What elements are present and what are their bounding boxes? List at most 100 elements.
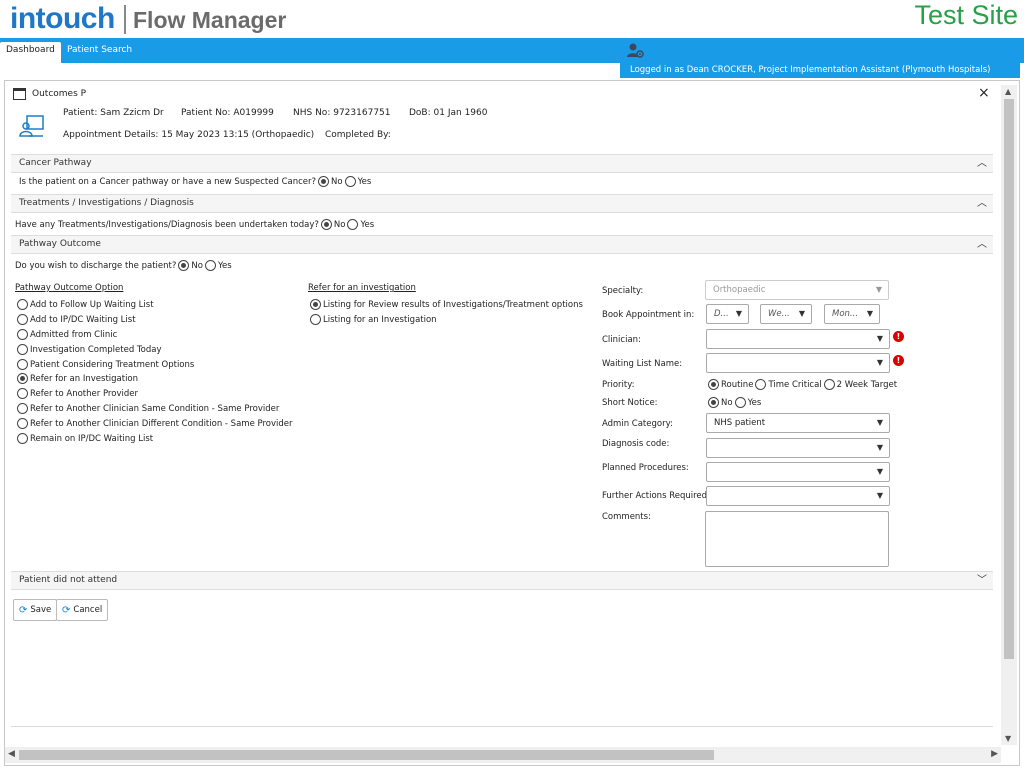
nav-bar: Dashboard Patient Search xyxy=(0,38,1024,63)
cancer-no-radio[interactable] xyxy=(318,176,330,187)
cancer-question: Is the patient on a Cancer pathway or ha… xyxy=(19,176,317,187)
comments-textarea[interactable] xyxy=(705,511,889,567)
discharge-question-row: Do you wish to discharge the patient? No… xyxy=(15,260,232,271)
divider xyxy=(11,726,993,727)
chevron-up-icon[interactable]: ︿ xyxy=(977,155,987,172)
completed-by: Completed By: xyxy=(325,130,391,140)
section-cancer-pathway[interactable]: Cancer Pathway ︿ xyxy=(11,154,993,173)
option-radio[interactable] xyxy=(17,359,28,370)
dropdown-arrow-icon: ▼ xyxy=(875,285,882,294)
dropdown-arrow-icon: ▼ xyxy=(876,418,883,427)
refer-option-review-results[interactable]: Listing for Review results of Investigat… xyxy=(310,299,583,310)
dropdown-arrow-icon: ▼ xyxy=(866,309,873,318)
scroll-right-icon[interactable]: ▶ xyxy=(991,749,998,759)
dropdown-arrow-icon: ▼ xyxy=(876,334,883,343)
refer-heading: Refer for an investigation xyxy=(308,283,416,293)
option-add-ipdc[interactable]: Add to IP/DC Waiting List xyxy=(17,314,136,325)
horizontal-scrollbar[interactable]: ◀ ▶ xyxy=(5,747,1001,763)
book-months-select[interactable]: Mon... ▼ xyxy=(824,304,880,324)
option-investigation-completed[interactable]: Investigation Completed Today xyxy=(17,344,162,355)
diagnosis-code-select[interactable]: ▼ xyxy=(706,438,890,458)
treatments-question: Have any Treatments/Investigations/Diagn… xyxy=(15,219,319,230)
waiting-list-select[interactable]: ▼ xyxy=(706,353,890,373)
option-radio[interactable] xyxy=(17,433,28,444)
option-radio[interactable] xyxy=(17,329,28,340)
option-admitted[interactable]: Admitted from Clinic xyxy=(17,329,117,340)
dropdown-arrow-icon: ▼ xyxy=(798,309,805,318)
patient-label: Patient: xyxy=(63,108,98,118)
book-days-select[interactable]: D... ▼ xyxy=(706,304,749,324)
tab-dashboard[interactable]: Dashboard xyxy=(0,42,61,63)
vertical-scrollbar[interactable]: ▲ ▼ xyxy=(1001,85,1017,745)
priority-routine-radio[interactable] xyxy=(708,379,719,390)
treatments-no-label: No xyxy=(333,219,346,230)
appointment-details: Appointment Details: 15 May 2023 13:15 (… xyxy=(63,130,314,140)
chevron-down-icon[interactable]: ﹀ xyxy=(977,572,987,589)
treatments-yes-radio[interactable] xyxy=(347,219,359,230)
option-refer-provider[interactable]: Refer to Another Provider xyxy=(17,388,138,399)
user-settings-icon[interactable] xyxy=(626,42,644,59)
option-add-follow-up[interactable]: Add to Follow Up Waiting List xyxy=(17,299,154,310)
admin-category-value: NHS patient xyxy=(714,418,766,428)
option-label: Remain on IP/DC Waiting List xyxy=(30,433,154,444)
short-notice-no-radio[interactable] xyxy=(708,397,719,408)
further-actions-select[interactable]: ▼ xyxy=(706,486,890,506)
tab-patient-search[interactable]: Patient Search xyxy=(61,42,138,63)
chevron-up-icon[interactable]: ︿ xyxy=(977,236,987,253)
option-considering-treatment[interactable]: Patient Considering Treatment Options xyxy=(17,359,194,370)
dob-value: 01 Jan 1960 xyxy=(433,108,488,118)
option-remain-ipdc[interactable]: Remain on IP/DC Waiting List xyxy=(17,433,153,444)
option-radio[interactable] xyxy=(17,314,28,325)
discharge-yes-radio[interactable] xyxy=(204,260,216,271)
app-header: intouch Flow Manager Test Site xyxy=(0,0,1024,38)
section-pathway-outcome[interactable]: Pathway Outcome ︿ xyxy=(11,235,993,254)
save-button[interactable]: ⟳ Save xyxy=(13,599,58,621)
book-weeks-select[interactable]: We... ▼ xyxy=(760,304,812,324)
option-refer-same-condition[interactable]: Refer to Another Clinician Same Conditio… xyxy=(17,403,279,414)
pathway-options-heading: Pathway Outcome Option xyxy=(15,283,124,293)
priority-time-critical-radio[interactable] xyxy=(755,379,767,390)
refer-option-listing[interactable]: Listing for an Investigation xyxy=(310,314,437,325)
option-radio[interactable] xyxy=(17,299,28,310)
cancer-yes-radio[interactable] xyxy=(344,176,356,187)
comments-label: Comments: xyxy=(602,512,651,522)
discharge-no-radio[interactable] xyxy=(178,260,190,271)
scroll-thumb[interactable] xyxy=(19,750,714,760)
section-title: Pathway Outcome xyxy=(19,239,101,249)
clinician-select[interactable]: ▼ xyxy=(706,329,890,349)
discharge-no-label: No xyxy=(191,260,203,271)
scroll-thumb[interactable] xyxy=(1004,99,1014,659)
option-label: Listing for Review results of Investigat… xyxy=(323,299,583,310)
option-radio[interactable] xyxy=(17,388,28,399)
treatments-no-radio[interactable] xyxy=(320,219,332,230)
planned-procedures-select[interactable]: ▼ xyxy=(706,462,890,482)
scroll-left-icon[interactable]: ◀ xyxy=(8,749,15,759)
short-notice-yes-label: Yes xyxy=(747,397,762,408)
option-refer-investigation[interactable]: Refer for an Investigation xyxy=(17,373,138,384)
scroll-up-icon[interactable]: ▲ xyxy=(1005,87,1011,96)
section-did-not-attend[interactable]: Patient did not attend ﹀ xyxy=(11,571,993,590)
admin-category-select[interactable]: NHS patient ▼ xyxy=(706,413,890,433)
option-radio[interactable] xyxy=(17,418,28,429)
option-radio[interactable] xyxy=(17,403,28,414)
section-treatments[interactable]: Treatments / Investigations / Diagnosis … xyxy=(11,194,993,213)
test-site-label: Test Site xyxy=(914,0,1018,30)
dob-label: DoB: xyxy=(409,108,431,118)
chevron-up-icon[interactable]: ︿ xyxy=(977,195,987,212)
cancel-button[interactable]: ⟳ Cancel xyxy=(56,599,109,621)
close-icon[interactable]: × xyxy=(978,85,990,101)
option-radio[interactable] xyxy=(17,373,28,384)
section-title: Treatments / Investigations / Diagnosis xyxy=(19,198,194,208)
option-radio[interactable] xyxy=(17,344,28,355)
option-radio[interactable] xyxy=(310,299,321,310)
specialty-select: Orthopaedic ▼ xyxy=(705,280,889,300)
scroll-down-icon[interactable]: ▼ xyxy=(1005,734,1011,743)
option-refer-different-condition[interactable]: Refer to Another Clinician Different Con… xyxy=(17,418,293,429)
book-weeks-value: We... xyxy=(768,309,790,319)
priority-2week-radio[interactable] xyxy=(823,379,835,390)
short-notice-yes-radio[interactable] xyxy=(734,397,746,408)
appointment-label: Appointment Details: xyxy=(63,130,159,140)
option-label: Listing for an Investigation xyxy=(323,314,437,325)
short-notice-label: Short Notice: xyxy=(602,398,658,408)
option-radio[interactable] xyxy=(310,314,321,325)
